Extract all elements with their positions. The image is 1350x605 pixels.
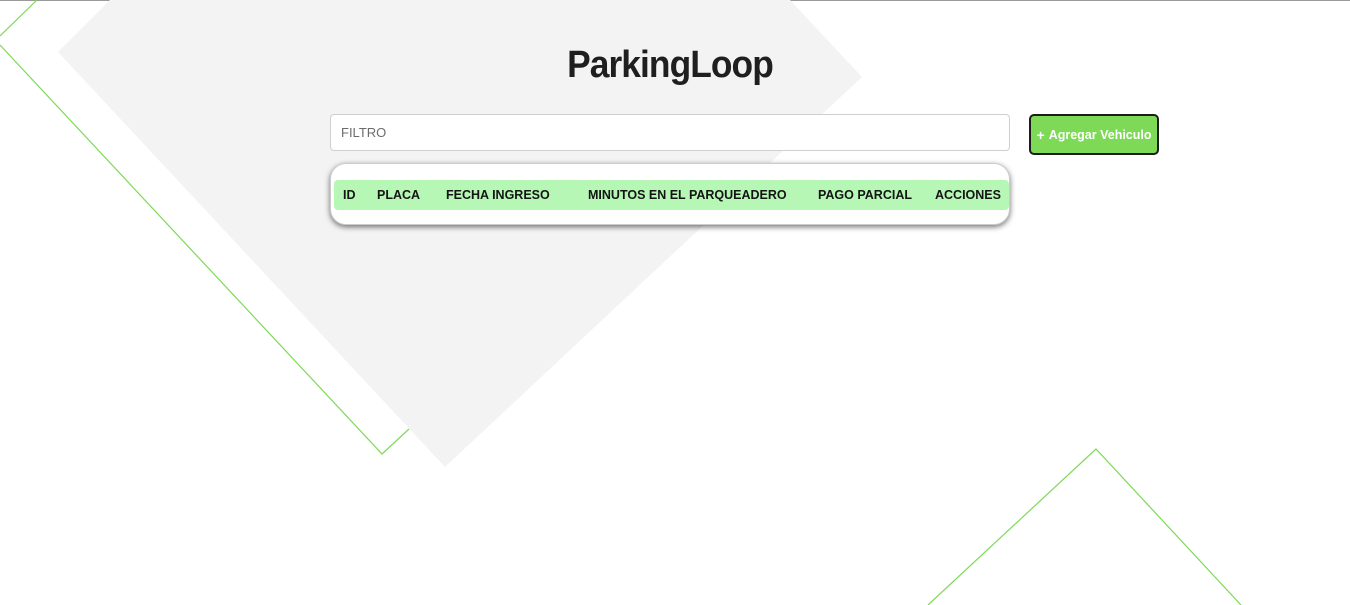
add-vehicle-button[interactable]: + Agregar Vehiculo	[1029, 114, 1159, 155]
column-header-minutos: MINUTOS EN EL PARQUEADERO	[588, 188, 787, 202]
green-outline-left	[0, 0, 38, 37]
app-title: ParkingLoop	[567, 44, 774, 86]
column-header-id: ID	[343, 188, 356, 202]
column-header-pago-parcial: PAGO PARCIAL	[818, 188, 912, 202]
column-header-acciones: ACCIONES	[935, 188, 1001, 202]
table-header-row: ID PLACA FECHA INGRESO MINUTOS EN EL PAR…	[334, 180, 1009, 210]
column-header-fecha-ingreso: FECHA INGRESO	[446, 188, 550, 202]
green-outline-bottom-right	[927, 448, 1242, 605]
background-decoration	[0, 0, 1242, 605]
add-vehicle-label: Agregar Vehiculo	[1048, 127, 1152, 142]
filter-input[interactable]	[330, 114, 1010, 151]
plus-icon: +	[1036, 126, 1045, 143]
vehicles-table: ID PLACA FECHA INGRESO MINUTOS EN EL PAR…	[330, 163, 1010, 225]
column-header-placa: PLACA	[377, 188, 421, 202]
